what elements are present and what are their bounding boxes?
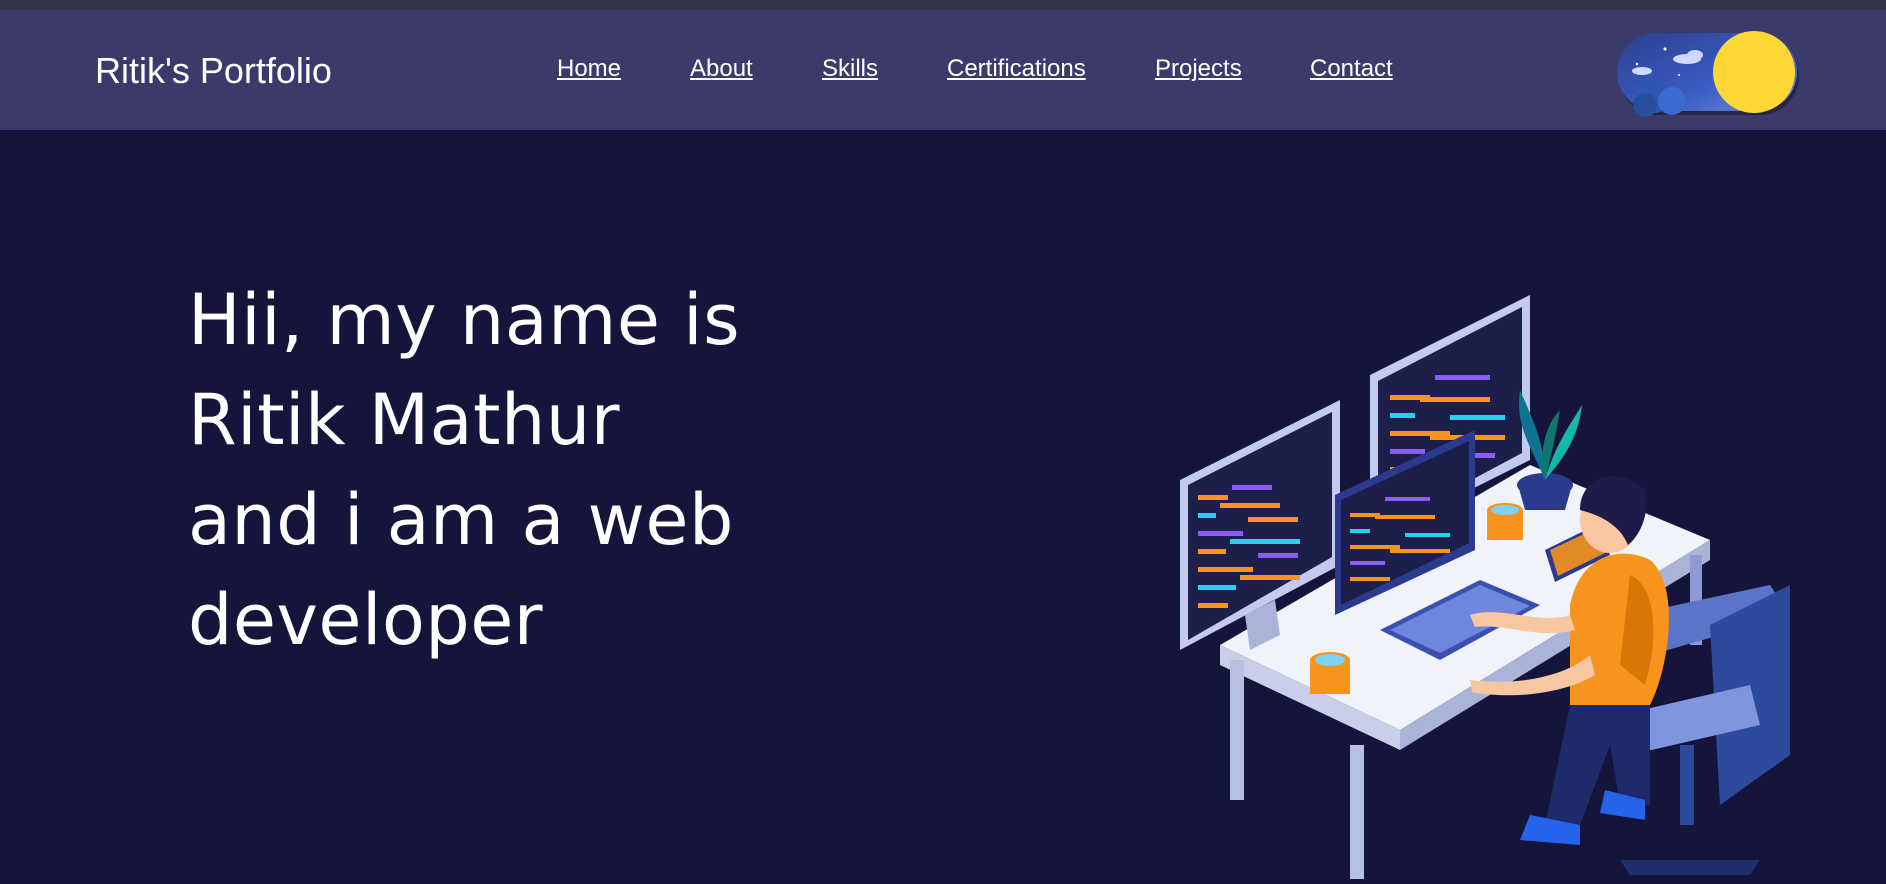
nav-link-skills[interactable]: Skills — [822, 55, 878, 83]
theme-toggle[interactable] — [1617, 29, 1801, 117]
nav-link-certifications[interactable]: Certifications — [947, 55, 1086, 83]
developer-at-desk-illustration — [1150, 285, 1810, 879]
nav-links: Home About Skills Certifications Project… — [0, 55, 1886, 95]
nav-link-about[interactable]: About — [690, 55, 753, 83]
navbar: Ritik's Portfolio Home About Skills Cert… — [0, 10, 1886, 130]
hero-line-3: and i am a web — [188, 479, 734, 561]
sun-moon-toggle-icon — [1617, 31, 1799, 117]
browser-top-strip — [0, 0, 1886, 10]
hero-heading: Hii, my name is Ritik Mathur and i am a … — [188, 270, 788, 670]
hero-line-4: developer — [188, 579, 544, 661]
nav-link-contact[interactable]: Contact — [1310, 55, 1393, 83]
hero-line-1: Hii, my name is — [188, 279, 741, 361]
hero-line-2: Ritik Mathur — [188, 379, 621, 461]
nav-link-projects[interactable]: Projects — [1155, 55, 1242, 83]
nav-link-home[interactable]: Home — [557, 55, 621, 83]
